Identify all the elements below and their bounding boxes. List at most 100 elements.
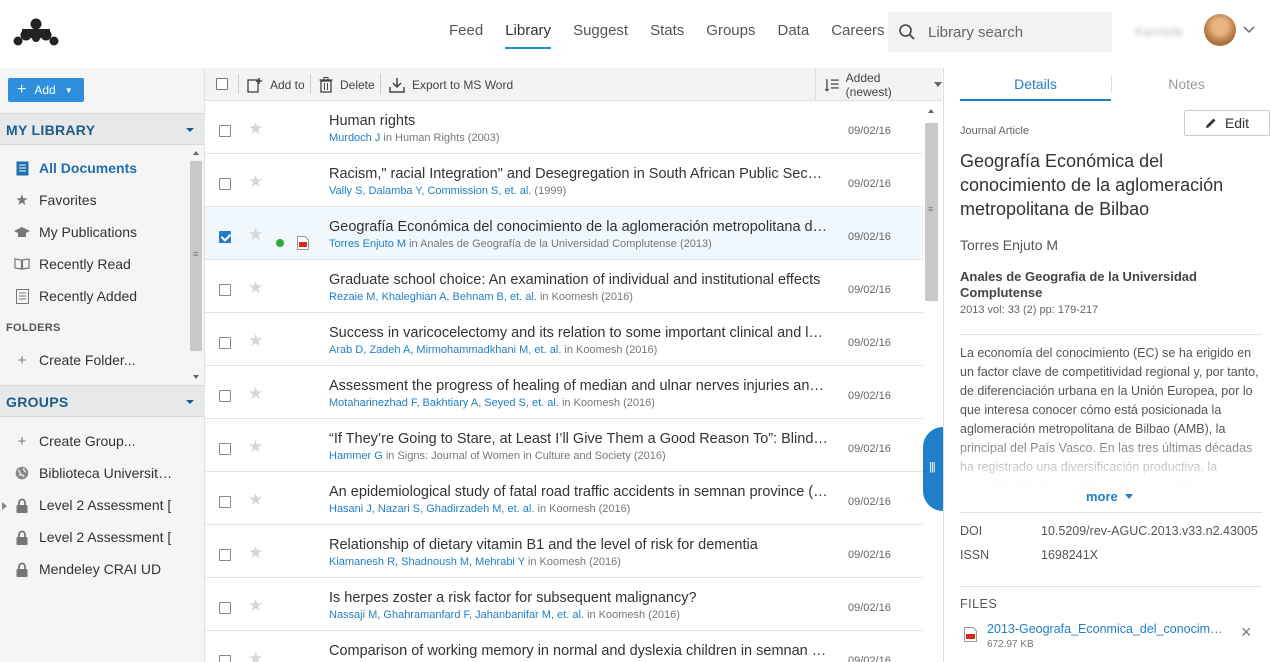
star-icon[interactable]: ★ — [248, 172, 263, 192]
nav-suggest[interactable]: Suggest — [573, 0, 628, 68]
document-row[interactable]: ★ Human rights Murdoch J in Human Rights (… — [205, 101, 923, 154]
document-authors[interactable]: Torres Enjuto M — [329, 238, 406, 250]
row-checkbox[interactable] — [219, 602, 231, 614]
search-input[interactable] — [928, 23, 1098, 41]
nav-data[interactable]: Data — [778, 0, 810, 68]
document-title[interactable]: Geografía Económica del conocimiento de … — [329, 219, 829, 235]
more-button[interactable]: more — [1086, 489, 1133, 504]
sort-dropdown[interactable]: Added (newest) — [815, 68, 942, 101]
document-authors[interactable]: Vally S, Dalamba Y, Commission S, et. al… — [329, 185, 531, 197]
document-title[interactable]: Racism," racial Integration" and Desegre… — [329, 166, 829, 182]
document-title[interactable]: Graduate school choice: An examination o… — [329, 272, 829, 288]
pdf-icon[interactable] — [297, 236, 309, 250]
document-row[interactable]: ★ Is herpes zoster a risk factor for subs… — [205, 578, 923, 631]
document-row[interactable]: ★ Racism," racial Integration" and Desegr… — [205, 154, 923, 207]
row-checkbox[interactable] — [219, 496, 231, 508]
delete-button[interactable]: Delete — [319, 68, 375, 101]
mendeley-logo[interactable] — [12, 17, 60, 47]
document-authors[interactable]: Murdoch J — [329, 132, 380, 144]
document-title[interactable]: An epidemiological study of fatal road t… — [329, 484, 829, 500]
star-icon[interactable]: ★ — [248, 437, 263, 457]
star-icon[interactable]: ★ — [248, 596, 263, 616]
doi-value[interactable]: 10.5209/rev-AGUC.2013.v33.n2.43005 — [1041, 524, 1258, 538]
document-title[interactable]: Comparison of working memory in normal a… — [329, 643, 829, 659]
document-row[interactable]: ★ An epidemiological study of fatal road … — [205, 472, 923, 525]
add-to-button[interactable]: Add to — [247, 68, 305, 101]
my-library-header[interactable]: MY LIBRARY — [0, 113, 205, 145]
document-row[interactable]: ★ Relationship of dietary vitamin B1 and … — [205, 525, 923, 578]
document-title[interactable]: Is herpes zoster a risk factor for subse… — [329, 590, 829, 606]
edit-button[interactable]: Edit — [1184, 110, 1270, 136]
scroll-down-icon[interactable] — [193, 375, 199, 379]
chevron-down-icon[interactable] — [1243, 26, 1255, 34]
document-row[interactable]: ★ Success in varicocelectomy and its rela… — [205, 313, 923, 366]
group-item-level2-b[interactable]: Level 2 Assessment [ — [0, 521, 190, 553]
document-title[interactable]: “If They’re Going to Stare, at Least I’l… — [329, 431, 829, 447]
nav-groups[interactable]: Groups — [706, 0, 755, 68]
select-all-checkbox[interactable] — [216, 78, 228, 90]
nav-stats[interactable]: Stats — [650, 0, 684, 68]
issn-value[interactable]: 1698241X — [1041, 548, 1098, 562]
star-icon[interactable]: ★ — [248, 543, 263, 563]
star-icon[interactable]: ★ — [248, 119, 263, 139]
document-authors[interactable]: Motaharinezhad F, Bakhtiary A, Seyed S, … — [329, 397, 559, 409]
row-checkbox[interactable] — [219, 125, 231, 137]
file-item[interactable]: 2013-Geografa_Econmica_del_conocimiento.… — [960, 621, 1270, 651]
document-row[interactable]: ★ Comparison of working memory in normal … — [205, 631, 923, 662]
close-icon[interactable]: × — [1241, 623, 1252, 641]
add-button[interactable]: + Add ▼ — [8, 78, 84, 102]
scroll-up-icon[interactable] — [193, 151, 199, 155]
document-title[interactable]: Success in varicocelectomy and its relat… — [329, 325, 829, 341]
sidebar-item-favorites[interactable]: ★ Favorites — [0, 184, 190, 216]
create-folder-button[interactable]: + Create Folder... — [0, 344, 190, 376]
user-name[interactable]: Karmele — [1135, 24, 1183, 39]
row-checkbox[interactable] — [219, 284, 231, 296]
export-word-button[interactable]: Export to MS Word — [389, 68, 513, 101]
document-title[interactable]: Human rights — [329, 113, 829, 129]
groups-header[interactable]: GROUPS — [0, 385, 205, 417]
document-title[interactable]: Assessment the progress of healing of me… — [329, 378, 829, 394]
row-checkbox[interactable] — [219, 337, 231, 349]
library-search[interactable] — [888, 12, 1112, 52]
document-authors[interactable]: Rezaie M, Khaleghian A, Behnam B, et. al… — [329, 291, 537, 303]
document-row[interactable]: ★ “If They’re Going to Stare, at Least I’… — [205, 419, 923, 472]
document-authors[interactable]: Hasani J, Nazari S, Ghadirzadeh M, et. a… — [329, 503, 534, 515]
nav-feed[interactable]: Feed — [449, 0, 483, 68]
document-list-scrollbar[interactable]: ≡ — [923, 101, 942, 662]
row-checkbox[interactable] — [219, 178, 231, 190]
document-authors[interactable]: Kiamanesh R, Shadnoush M, Mehrabi Y — [329, 556, 525, 568]
star-icon[interactable]: ★ — [248, 278, 263, 298]
row-checkbox[interactable] — [219, 390, 231, 402]
file-name[interactable]: 2013-Geografa_Econmica_del_conocimiento.… — [987, 622, 1223, 636]
sidebar-scrollbar[interactable]: ≡ — [188, 147, 204, 383]
collapse-caret-icon[interactable] — [186, 128, 194, 132]
nav-library[interactable]: Library — [505, 0, 551, 68]
row-checkbox[interactable] — [219, 443, 231, 455]
group-item-mendeley-crai[interactable]: Mendeley CRAI UD — [0, 553, 190, 585]
avatar[interactable] — [1204, 14, 1236, 46]
document-authors[interactable]: Arab D, Zadeh A, Mirmohammadkhani M, et.… — [329, 344, 561, 356]
group-item-biblioteca[interactable]: Biblioteca Universitaria — [0, 457, 190, 489]
document-row[interactable]: ★ Assessment the progress of healing of m… — [205, 366, 923, 419]
star-icon[interactable]: ★ — [248, 384, 263, 404]
document-row[interactable]: ★ Graduate school choice: An examination … — [205, 260, 923, 313]
document-title[interactable]: Relationship of dietary vitamin B1 and t… — [329, 537, 829, 553]
document-authors[interactable]: Hammer G — [329, 450, 383, 462]
document-author[interactable]: Torres Enjuto M — [960, 237, 1058, 253]
group-item-level2-a[interactable]: Level 2 Assessment [ — [0, 489, 190, 521]
tab-details[interactable]: Details — [960, 68, 1111, 101]
scroll-up-icon[interactable] — [928, 109, 934, 113]
star-icon[interactable]: ★ — [248, 225, 263, 245]
details-panel-toggle[interactable]: ||| — [923, 427, 943, 511]
document-row[interactable]: ★ Geografía Económica del conocimiento de… — [205, 207, 923, 260]
row-checkbox[interactable] — [219, 655, 231, 662]
sidebar-item-all-documents[interactable]: All Documents — [0, 152, 190, 184]
star-icon[interactable]: ★ — [248, 490, 263, 510]
star-icon[interactable]: ★ — [248, 331, 263, 351]
document-authors[interactable]: Nassaji M, Ghahramanfard F, Jahanbanifar… — [329, 609, 584, 621]
row-checkbox[interactable] — [219, 549, 231, 561]
sidebar-item-recently-read[interactable]: Recently Read — [0, 248, 190, 280]
sidebar-item-my-publications[interactable]: My Publications — [0, 216, 190, 248]
sidebar-item-recently-added[interactable]: Recently Added — [0, 280, 190, 312]
tab-notes[interactable]: Notes — [1111, 68, 1262, 101]
